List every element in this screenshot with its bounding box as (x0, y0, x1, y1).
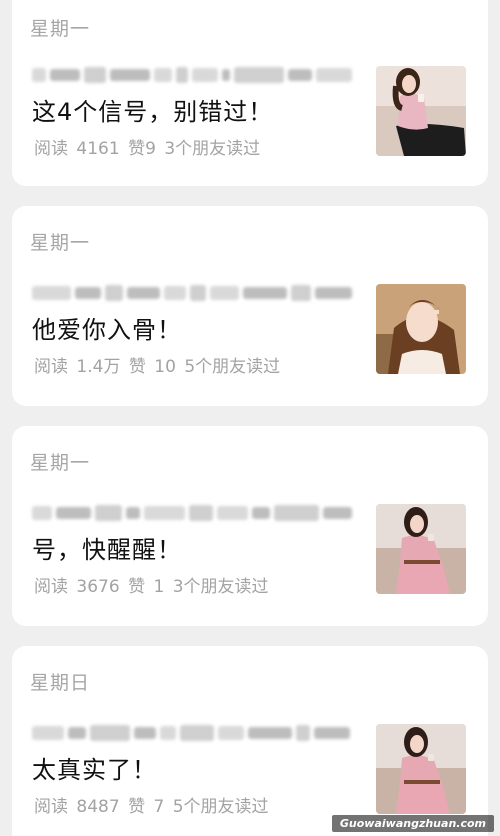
article-title: 太真实了！ (32, 756, 157, 784)
article-thumbnail[interactable] (376, 284, 466, 374)
reads-count: 8487 (76, 797, 120, 817)
article-thumbnail[interactable] (376, 66, 466, 156)
likes-label: 赞 (128, 139, 146, 159)
reads-count: 3676 (76, 577, 120, 597)
article-card[interactable]: 星期日 太真实了！ 阅读 8487 赞 7 5个朋友读过 (12, 646, 488, 836)
publish-day: 星期一 (30, 18, 91, 40)
article-title: 这4个信号，别错过！ (32, 98, 274, 126)
article-card[interactable]: 星期一 号，快醒醒！ 阅读 3676 赞 1 3个朋友读过 (12, 426, 488, 626)
article-stats: 阅读 8487 赞 7 5个朋友读过 (34, 792, 269, 817)
site-watermark: Guowaiwangzhuan.com (331, 815, 494, 832)
article-title: 他爱你入骨！ (32, 316, 182, 344)
article-feed: 星期一 这4个信号，别错过！ 阅读 4161 赞9 3个朋友读过 星期一 他爱你… (0, 0, 500, 836)
blurred-account-name (32, 64, 352, 86)
friends-read: 5个朋友读过 (184, 357, 281, 377)
friends-read: 3个朋友读过 (164, 139, 261, 159)
publish-day: 星期日 (30, 672, 91, 694)
reads-label: 阅读 (34, 577, 68, 597)
blurred-account-name (32, 722, 352, 744)
article-stats: 阅读 1.4万 赞 10 5个朋友读过 (34, 352, 280, 377)
reads-label: 阅读 (34, 357, 68, 377)
blurred-account-name (32, 282, 352, 304)
woman-portrait-image (376, 66, 466, 156)
reads-count: 4161 (76, 139, 120, 159)
article-title: 号，快醒醒！ (32, 536, 182, 564)
reads-count: 1.4万 (76, 357, 121, 377)
reads-label: 阅读 (34, 139, 68, 159)
likes-count: 7 (153, 797, 165, 817)
article-card[interactable]: 星期一 他爱你入骨！ 阅读 1.4万 赞 10 5个朋友读过 (12, 206, 488, 406)
likes-count: 9 (145, 139, 156, 159)
woman-portrait-image (376, 504, 466, 594)
reads-label: 阅读 (34, 797, 68, 817)
publish-day: 星期一 (30, 232, 91, 254)
friends-read: 5个朋友读过 (172, 797, 269, 817)
article-stats: 阅读 4161 赞9 3个朋友读过 (34, 134, 260, 159)
article-card[interactable]: 星期一 这4个信号，别错过！ 阅读 4161 赞9 3个朋友读过 (12, 0, 488, 186)
article-stats: 阅读 3676 赞 1 3个朋友读过 (34, 572, 269, 597)
article-thumbnail[interactable] (376, 724, 466, 814)
blurred-account-name (32, 502, 352, 524)
likes-label: 赞 (128, 577, 146, 597)
article-thumbnail[interactable] (376, 504, 466, 594)
likes-count: 10 (154, 357, 176, 377)
likes-count: 1 (153, 577, 165, 597)
woman-portrait-image (376, 284, 466, 374)
woman-portrait-image (376, 724, 466, 814)
publish-day: 星期一 (30, 452, 91, 474)
likes-label: 赞 (128, 797, 146, 817)
likes-label: 赞 (128, 357, 146, 377)
friends-read: 3个朋友读过 (172, 577, 269, 597)
